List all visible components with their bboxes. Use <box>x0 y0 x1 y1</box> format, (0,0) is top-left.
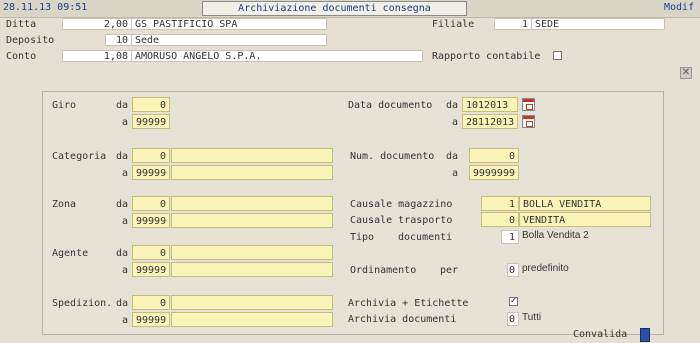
spedizion-da-field[interactable]: 0 <box>132 295 170 310</box>
spedizion-da-label: da <box>116 298 129 309</box>
giro-a-label: a <box>122 117 129 128</box>
categoria-da-field[interactable]: 0 <box>132 148 170 163</box>
zona-da-label: da <box>116 199 129 210</box>
deposito-label: Deposito <box>6 35 55 46</box>
zona-label: Zona <box>52 199 77 210</box>
agente-da-desc <box>171 245 333 260</box>
data-da-field[interactable]: 1012013 <box>462 97 518 112</box>
ditta-name-field[interactable]: GS PASTIFICIO SPA <box>131 18 327 30</box>
causale-trasporto-desc: VENDITA <box>519 212 651 227</box>
ordinamento-code[interactable]: 0 <box>507 263 519 277</box>
spedizion-da-desc <box>171 295 333 310</box>
conto-name-field[interactable]: AMORUSO ANGELO S.P.A. <box>131 50 423 62</box>
agente-a-label: a <box>122 265 129 276</box>
giro-da-field[interactable]: 0 <box>132 97 170 112</box>
causale-magazzino-desc: BOLLA VENDITA <box>519 196 651 211</box>
agente-label: Agente <box>52 248 89 259</box>
rapporto-contabile-label: Rapporto contabile <box>432 51 541 62</box>
tipo-label: Tipo <box>350 232 375 243</box>
zona-a-field[interactable]: 99999 <box>132 213 170 228</box>
giro-da-label: da <box>116 100 129 111</box>
num-da-field[interactable]: 0 <box>469 148 519 163</box>
spedizion-a-label: a <box>122 315 129 326</box>
categoria-da-desc <box>171 148 333 163</box>
agente-a-desc <box>171 262 333 277</box>
archivia-documenti-desc: Tutti <box>522 312 542 323</box>
deposito-name-field[interactable]: Sede <box>131 34 327 46</box>
calendar-icon[interactable] <box>522 115 535 128</box>
tipo-documenti-label: documenti <box>398 232 453 243</box>
datetime-label: 28.11.13 09:51 <box>3 2 88 13</box>
filiale-code-field[interactable]: 1 <box>494 18 532 30</box>
data-da-label: da <box>446 100 459 111</box>
zona-a-desc <box>171 213 333 228</box>
close-icon[interactable]: ✕ <box>680 67 692 79</box>
causale-magazzino-code[interactable]: 1 <box>481 196 519 211</box>
zona-da-desc <box>171 196 333 211</box>
data-documento-label: Data documento <box>348 100 433 111</box>
causale-magazzino-label: Causale magazzino <box>350 199 453 210</box>
calendar-icon[interactable] <box>522 98 535 111</box>
tipo-documenti-code[interactable]: 1 <box>501 230 519 244</box>
categoria-label: Categoria <box>52 151 107 162</box>
categoria-da-label: da <box>116 151 129 162</box>
data-a-field[interactable]: 28112013 <box>462 114 518 129</box>
causale-trasporto-label: Causale trasporto <box>350 215 453 226</box>
agente-da-field[interactable]: 0 <box>132 245 170 260</box>
deposito-code-field[interactable]: 10 <box>105 34 132 46</box>
spedizion-a-desc <box>171 312 333 327</box>
archivia-etichette-label: Archivia + Etichette <box>348 298 469 309</box>
convalida-label: Convalida <box>573 329 628 340</box>
data-a-label: a <box>452 117 459 128</box>
agente-da-label: da <box>116 248 129 259</box>
categoria-a-label: a <box>122 168 129 179</box>
categoria-a-desc <box>171 165 333 180</box>
spedizion-label: Spedizion. <box>52 298 113 309</box>
window-title: Archiviazione documenti consegna <box>202 1 467 16</box>
ordinamento-per-label: per <box>440 265 459 276</box>
zona-da-field[interactable]: 0 <box>132 196 170 211</box>
num-a-field[interactable]: 9999999 <box>469 165 519 180</box>
categoria-a-field[interactable]: 99999 <box>132 165 170 180</box>
num-a-label: a <box>452 168 459 179</box>
mode-indicator: Modif <box>664 2 695 13</box>
archivia-documenti-code[interactable]: 0 <box>507 312 519 326</box>
conto-code-field[interactable]: 1,08 <box>62 50 132 62</box>
giro-a-field[interactable]: 99999 <box>132 114 170 129</box>
spedizion-a-field[interactable]: 99999 <box>132 312 170 327</box>
tipo-documenti-desc: Bolla Vendita 2 <box>522 230 589 241</box>
ordinamento-desc: predefinito <box>522 263 569 274</box>
convalida-button[interactable] <box>640 328 650 342</box>
causale-trasporto-code[interactable]: 0 <box>481 212 519 227</box>
ditta-label: Ditta <box>6 19 37 30</box>
conto-label: Conto <box>6 51 37 62</box>
archivia-etichette-checkbox[interactable]: ✓ <box>509 297 518 306</box>
rapporto-contabile-checkbox[interactable] <box>553 51 562 60</box>
ditta-code-field[interactable]: 2,00 <box>62 18 132 30</box>
ordinamento-label: Ordinamento <box>350 265 417 276</box>
archivia-documenti-label: Archivia documenti <box>348 314 457 325</box>
num-documento-label: Num. documento <box>350 151 435 162</box>
filiale-name-field[interactable]: SEDE <box>531 18 665 30</box>
agente-a-field[interactable]: 99999 <box>132 262 170 277</box>
num-da-label: da <box>446 151 459 162</box>
filiale-label: Filiale <box>432 19 475 30</box>
zona-a-label: a <box>122 216 129 227</box>
giro-label: Giro <box>52 100 77 111</box>
